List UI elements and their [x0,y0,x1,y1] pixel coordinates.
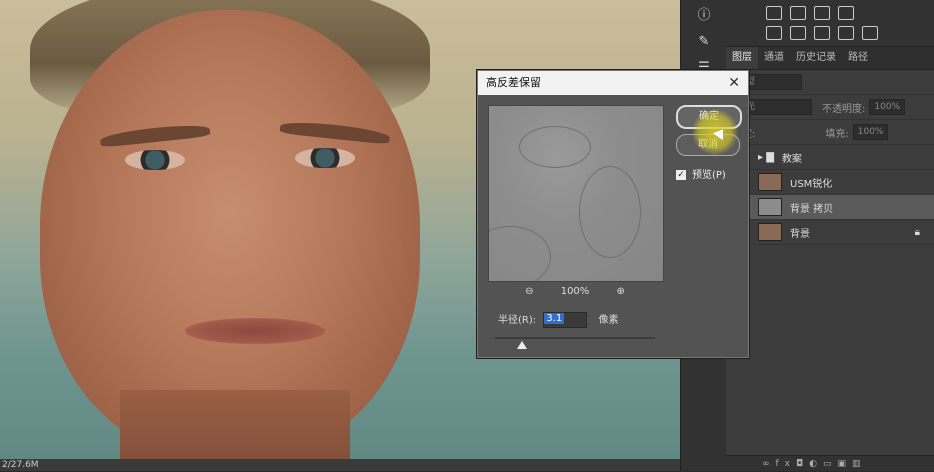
ok-button[interactable]: 确定 [676,105,742,129]
tab-layers[interactable]: 图层 [726,47,758,69]
tab-history[interactable]: 历史记录 [790,47,842,69]
adjustment-icon[interactable] [790,6,806,20]
high-pass-dialog: 高反差保留 ✕ ⊖ 100% ⊕ 半径(R): 3.1 像素 确定 取消 ✓ 预览… [477,70,749,358]
cancel-button[interactable]: 取消 [676,134,740,156]
layers-panel-area: 图层 通道 历史记录 路径 类型 柔光 不透明度: 100% 锁定: 填充: 1… [726,0,934,471]
blend-row: 柔光 不透明度: 100% [726,95,934,120]
lock-row: 锁定: 填充: 100% [726,120,934,145]
tab-channels[interactable]: 通道 [758,47,790,69]
radius-value: 3.1 [544,313,565,324]
radius-input[interactable]: 3.1 [543,312,588,328]
fill-input[interactable]: 100% [852,124,889,140]
adjustment-icon[interactable] [766,26,782,40]
left-eye [125,150,185,170]
radius-unit: 像素 [598,315,619,326]
panel-tabs: 图层 通道 历史记录 路径 [726,47,934,70]
brush-icon[interactable]: ✎ [694,32,714,52]
tab-paths[interactable]: 路径 [842,47,874,69]
dialog-title: 高反差保留 [486,76,541,89]
fx-icon[interactable]: fx [776,459,797,469]
radius-slider-track[interactable] [495,337,655,339]
lock-icon: 🔒︎ [914,226,920,238]
status-bar: 2/27.6M [0,459,680,471]
layer-filter-row: 类型 [726,70,934,95]
adjust-icon[interactable]: ◐ [809,459,823,469]
radius-slider-handle[interactable] [517,341,528,349]
layer-thumbnail [758,173,782,191]
trash-icon[interactable]: ▥ [852,459,867,469]
adjustment-icon[interactable] [838,26,854,40]
preview-checkbox[interactable]: ✓ 预览(P) [676,166,726,181]
layer-row[interactable]: ▸ ▇ 教案 [726,145,934,170]
adjustment-icon[interactable] [838,6,854,20]
fill-label: 填充: [825,128,849,140]
filter-preview[interactable] [488,105,664,282]
layer-thumbnail [758,223,782,241]
adjustment-icon[interactable] [814,6,830,20]
adjustment-icon[interactable] [862,26,878,40]
dialog-titlebar[interactable]: 高反差保留 ✕ [478,71,748,95]
opacity-label: 不透明度: [822,103,866,115]
adjustments-panel [726,0,934,47]
adjustment-icon[interactable] [814,26,830,40]
adjustment-icon[interactable] [766,6,782,20]
layer-name: 背景 [790,228,810,240]
layer-row[interactable]: USM锐化 [726,170,934,195]
radius-label: 半径(R): [498,315,537,326]
checkmark-icon: ✓ [676,170,686,180]
layers-bottom-toolbar: ∞fx◘◐▭▣▥ [726,455,934,471]
adjustment-icon[interactable] [790,26,806,40]
zoom-out-icon[interactable]: ⊖ [525,286,533,297]
preview-label: 预览(P) [692,170,726,181]
preview-texture [579,166,641,258]
layer-row[interactable]: 背景 🔒︎ [726,220,934,245]
layer-name: 背景 拷贝 [790,203,834,215]
folder-icon[interactable]: ▭ [823,459,838,469]
folder-icon: ▸ ▇ [758,151,774,163]
zoom-value: 100% [560,286,590,297]
layer-name: 教案 [781,153,802,165]
zoom-in-icon[interactable]: ⊕ [616,286,624,297]
preview-texture [489,226,551,281]
mask-icon[interactable]: ◘ [796,459,809,469]
mouth [185,318,325,344]
radius-row: 半径(R): 3.1 像素 [498,311,619,328]
link-icon[interactable]: ∞ [762,459,776,469]
zoom-controls: ⊖ 100% ⊕ [488,286,662,297]
layer-thumbnail [758,198,782,216]
opacity-input[interactable]: 100% [869,99,906,115]
info-icon[interactable]: ⓘ [694,6,714,26]
new-layer-icon[interactable]: ▣ [838,459,853,469]
preview-texture [519,126,591,168]
right-eye [295,148,355,168]
layer-name: USM锐化 [790,178,833,190]
close-icon[interactable]: ✕ [728,71,740,95]
layer-row-selected[interactable]: 背景 拷贝 [726,195,934,220]
